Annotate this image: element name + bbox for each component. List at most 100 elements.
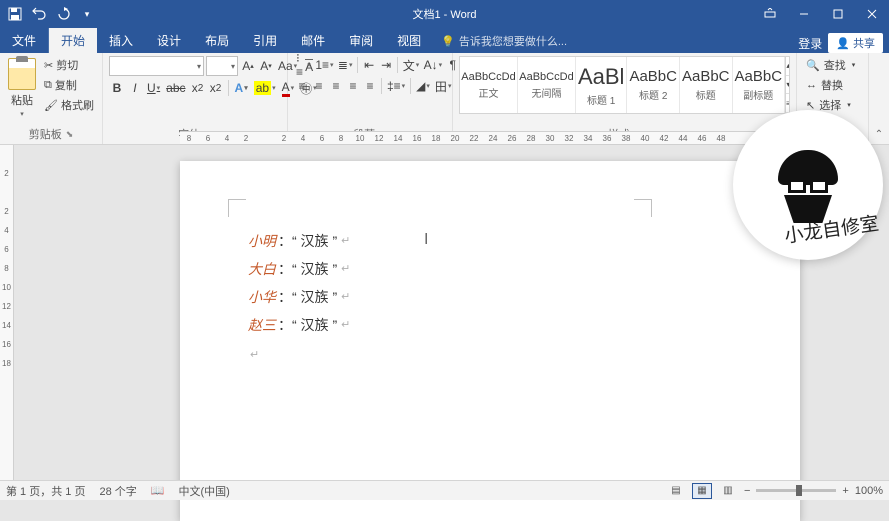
- document-content[interactable]: 小明：“ 汉族 ”↵大白：“ 汉族 ”↵小华：“ 汉族 ”↵赵三：“ 汉族 ”↵…: [248, 227, 350, 367]
- cut-button[interactable]: ✂剪切: [42, 56, 96, 74]
- tab-insert[interactable]: 插入: [97, 28, 145, 53]
- quick-access-toolbar: ▾: [0, 3, 98, 25]
- tab-home[interactable]: 开始: [49, 28, 97, 53]
- line-rest: ：“ 汉族 ”: [278, 255, 337, 283]
- qat-dropdown-icon[interactable]: ▾: [76, 3, 98, 25]
- highlight-icon[interactable]: ab: [252, 79, 278, 97]
- styles-down-icon[interactable]: ▾: [786, 76, 790, 95]
- language-status[interactable]: 中文(中国): [178, 483, 229, 499]
- shading-icon[interactable]: ◢: [414, 77, 432, 95]
- share-button[interactable]: 👤 共享: [828, 33, 883, 53]
- align-center-icon[interactable]: ≡: [311, 77, 327, 95]
- paste-label: 粘贴: [11, 92, 33, 108]
- page-count[interactable]: 第 1 页，共 1 页: [6, 483, 85, 499]
- tab-layout[interactable]: 布局: [193, 28, 241, 53]
- subscript-icon[interactable]: x2: [190, 79, 206, 97]
- zoom-slider[interactable]: [756, 489, 836, 492]
- bold-icon[interactable]: B: [109, 79, 125, 97]
- redo-icon[interactable]: [52, 3, 74, 25]
- format-painter-button[interactable]: 🖌格式刷: [42, 96, 96, 114]
- style-name: 标题 1: [587, 92, 615, 107]
- style-preview: AaBbC: [629, 68, 677, 85]
- replace-label: 替换: [821, 77, 843, 93]
- tab-file[interactable]: 文件: [0, 28, 49, 53]
- line-rest: ：“ 汉族 ”: [278, 311, 337, 339]
- close-icon[interactable]: [855, 0, 889, 28]
- style-item[interactable]: AaBbC副标题: [733, 57, 786, 113]
- tab-view[interactable]: 视图: [385, 28, 433, 53]
- increase-indent-icon[interactable]: ⇥: [378, 56, 394, 74]
- style-item[interactable]: AaBbC标题 2: [627, 57, 680, 113]
- distributed-icon[interactable]: ≡: [362, 77, 378, 95]
- tell-me-search[interactable]: 💡 告诉我您想要做什么...: [433, 29, 575, 53]
- style-item[interactable]: AaBbC标题: [680, 57, 733, 113]
- italic-icon[interactable]: I: [127, 79, 143, 97]
- document-line[interactable]: 小明：“ 汉族 ”↵: [248, 227, 350, 255]
- tab-design[interactable]: 设计: [145, 28, 193, 53]
- text-effects-icon[interactable]: A: [233, 79, 250, 97]
- font-name-select[interactable]: [109, 56, 204, 76]
- paragraph-mark-icon: ↵: [341, 314, 350, 336]
- painter-label: 格式刷: [61, 97, 94, 113]
- bullets-icon[interactable]: ⁝≡: [294, 56, 313, 74]
- find-button[interactable]: 🔍查找▾: [803, 56, 858, 74]
- borders-icon[interactable]: 田: [433, 77, 454, 95]
- asian-layout-icon[interactable]: 文: [401, 56, 421, 74]
- tab-mailings[interactable]: 邮件: [289, 28, 337, 53]
- shrink-font-icon[interactable]: A▾: [258, 57, 274, 75]
- decrease-indent-icon[interactable]: ⇤: [361, 56, 377, 74]
- document-line[interactable]: 小华：“ 汉族 ”↵: [248, 283, 350, 311]
- justify-icon[interactable]: ≡: [345, 77, 361, 95]
- paste-button[interactable]: 粘贴 ▾: [6, 56, 38, 120]
- login-link[interactable]: 登录: [798, 35, 822, 52]
- align-left-icon[interactable]: ≡: [294, 77, 310, 95]
- style-item[interactable]: AaBl标题 1: [576, 57, 627, 113]
- sort-icon[interactable]: A↓: [422, 56, 444, 74]
- spellcheck-icon[interactable]: 📖: [151, 484, 165, 497]
- horizontal-ruler[interactable]: 8642246810121416182022242628303234363840…: [180, 131, 839, 145]
- multilevel-list-icon[interactable]: ≣: [336, 56, 354, 74]
- replace-icon: ↔: [806, 79, 817, 91]
- styles-more-icon[interactable]: ≡: [786, 94, 790, 113]
- align-right-icon[interactable]: ≡: [328, 77, 344, 95]
- style-name: 副标题: [743, 87, 773, 102]
- maximize-icon[interactable]: [821, 0, 855, 28]
- superscript-icon[interactable]: x2: [208, 79, 224, 97]
- undo-icon[interactable]: [28, 3, 50, 25]
- tab-review[interactable]: 审阅: [337, 28, 385, 53]
- clipboard-launcher-icon[interactable]: ⬊: [66, 129, 74, 140]
- tab-references[interactable]: 引用: [241, 28, 289, 53]
- cut-label: 剪切: [56, 57, 78, 73]
- grow-font-icon[interactable]: A▴: [240, 57, 256, 75]
- vertical-ruler[interactable]: 224681012141618: [0, 145, 14, 480]
- styles-up-icon[interactable]: ▴: [786, 57, 790, 76]
- style-name: 无间隔: [531, 85, 561, 100]
- style-item[interactable]: AaBbCcDd正文: [460, 57, 518, 113]
- underline-icon[interactable]: U: [145, 79, 162, 97]
- zoom-in-button[interactable]: +: [842, 485, 848, 497]
- print-layout-icon[interactable]: ▦: [692, 483, 712, 499]
- minimize-icon[interactable]: [787, 0, 821, 28]
- web-layout-icon[interactable]: ▥: [718, 483, 738, 499]
- word-count[interactable]: 28 个字: [99, 483, 136, 499]
- replace-button[interactable]: ↔ 替换: [803, 76, 858, 94]
- document-line[interactable]: 赵三：“ 汉族 ”↵: [248, 311, 350, 339]
- zoom-level[interactable]: 100%: [855, 485, 883, 497]
- line-name: 赵三: [248, 311, 276, 339]
- numbering-icon[interactable]: 1≡: [314, 56, 335, 74]
- font-size-select[interactable]: [206, 56, 238, 76]
- line-spacing-icon[interactable]: ‡≡: [385, 77, 407, 95]
- styles-gallery: AaBbCcDd正文AaBbCcDd无间隔AaBl标题 1AaBbC标题 2Aa…: [459, 56, 790, 114]
- zoom-out-button[interactable]: −: [744, 485, 750, 497]
- style-item[interactable]: AaBbCcDd无间隔: [518, 57, 576, 113]
- read-mode-icon[interactable]: ▤: [666, 483, 686, 499]
- copy-button[interactable]: ⧉复制: [42, 76, 96, 94]
- document-page[interactable]: 小明：“ 汉族 ”↵大白：“ 汉族 ”↵小华：“ 汉族 ”↵赵三：“ 汉族 ”↵…: [180, 161, 800, 521]
- save-icon[interactable]: [4, 3, 26, 25]
- document-line[interactable]: 大白：“ 汉族 ”↵: [248, 255, 350, 283]
- tell-me-label: 告诉我您想要做什么...: [459, 33, 567, 49]
- ribbon-options-icon[interactable]: [753, 0, 787, 28]
- scissors-icon: ✂: [44, 59, 53, 72]
- collapse-ribbon-icon[interactable]: ⌃: [875, 129, 883, 140]
- strikethrough-icon[interactable]: abc: [164, 79, 187, 97]
